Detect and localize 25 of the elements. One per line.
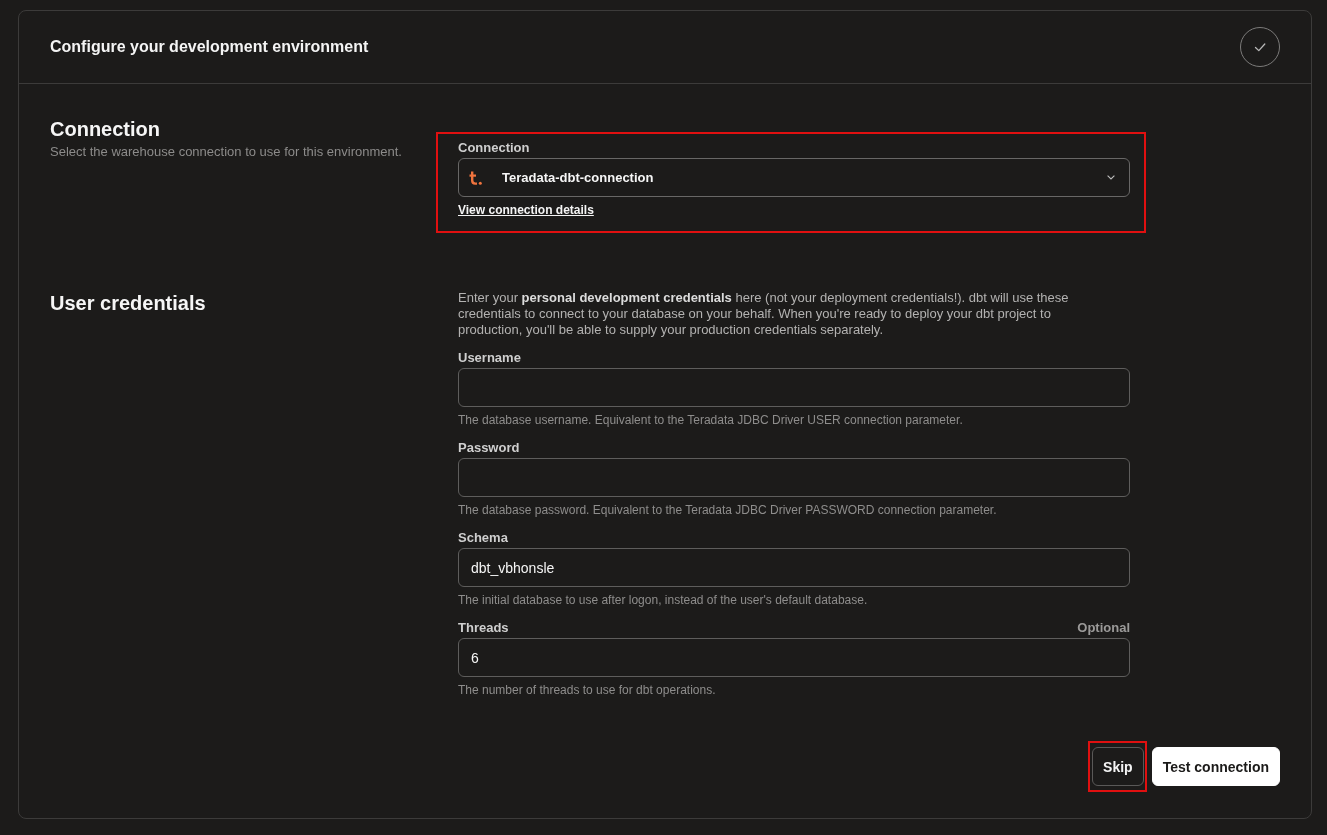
view-details-link[interactable]: View connection details <box>458 202 594 218</box>
section-title: User credentials <box>50 291 206 315</box>
field-label: Password <box>458 440 520 456</box>
section-title: Connection <box>50 117 160 141</box>
field-label: Threads <box>458 620 509 636</box>
optional-label: Optional <box>1077 620 1130 636</box>
input-field[interactable] <box>458 458 1130 497</box>
section-description: Select the warehouse connection to use for this environment. <box>50 144 402 160</box>
input-field[interactable] <box>458 368 1130 407</box>
input-field[interactable]: 6 <box>458 638 1130 677</box>
help-text: The initial database to use after logon, instead of the user's default database. <box>458 592 868 608</box>
help-text: The database password. Equivalent to the Teradata JDBC Driver PASSWORD connection parameter. <box>458 502 997 518</box>
skip-button[interactable]: Skip <box>1092 747 1144 786</box>
test-connection-button[interactable]: Test connection <box>1151 747 1280 786</box>
chevron-down-icon <box>1107 175 1115 180</box>
connection-logo-icon <box>469 170 482 185</box>
input-field[interactable]: dbt_vbhonsle <box>458 548 1130 587</box>
field-label: Schema <box>458 530 508 546</box>
field-label: Connection <box>458 140 530 156</box>
help-text: The number of threads to use for dbt operations. <box>458 682 716 698</box>
field-label: Username <box>458 350 521 366</box>
help-text: The database username. Equivalent to the Teradata JDBC Driver USER connection parameter. <box>458 412 963 428</box>
connection-select[interactable]: Teradata-dbt-connection <box>458 158 1130 197</box>
card-title: Configure your development environment <box>50 37 369 57</box>
intro-text: Enter your personal development credentials here (not your deployment credentials!). dbt will use these credentials to connect to your database on your behalf. When you're ready to deploy your dbt project to production, you'll be able to supply your production credentials separately. <box>458 290 1070 338</box>
